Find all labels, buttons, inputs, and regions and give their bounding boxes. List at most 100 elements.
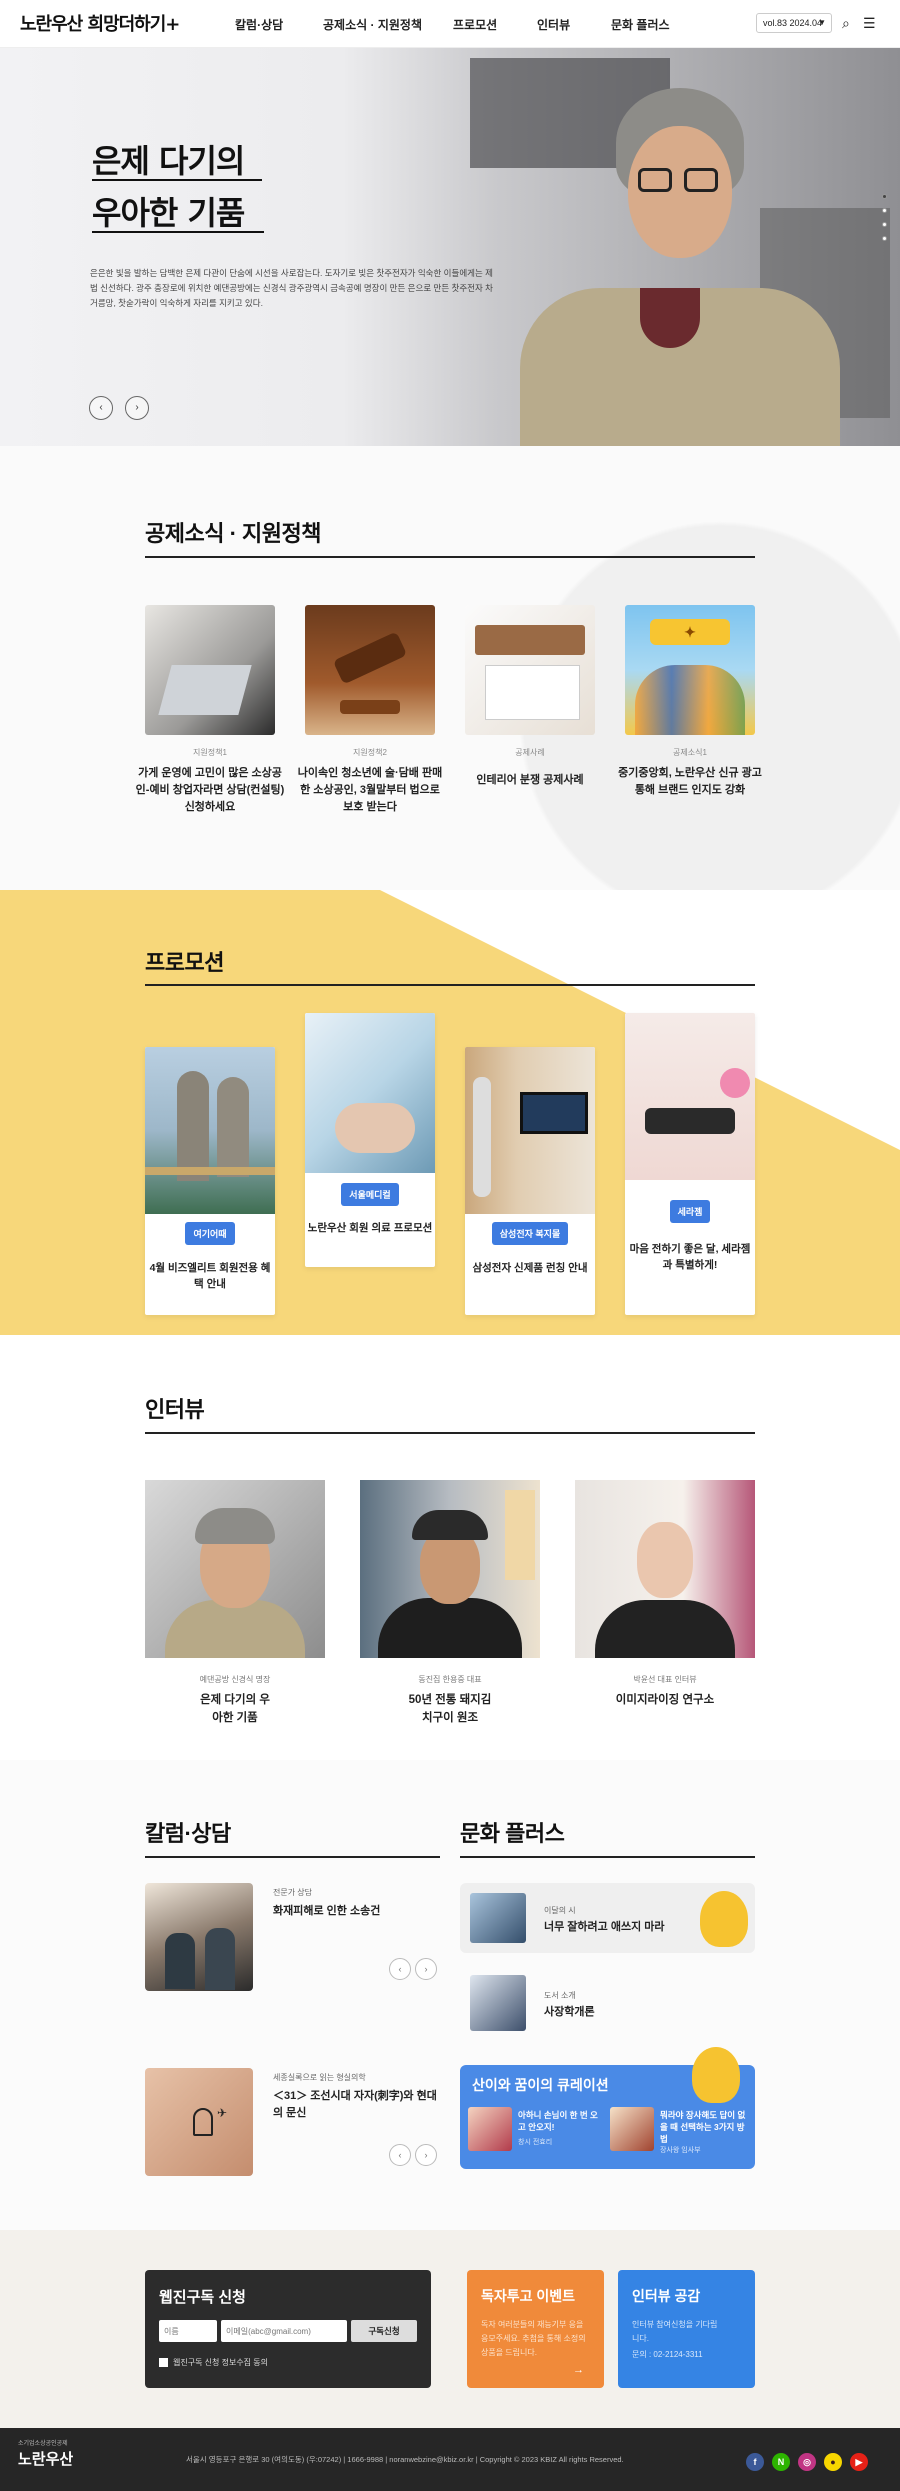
tattoo-bird-icon: ✈ [217, 2106, 228, 2120]
hero-pager-dot[interactable] [882, 222, 887, 227]
promotion-section-line [145, 984, 755, 986]
column-image[interactable]: ✈ [145, 2068, 253, 2176]
nav-promotion[interactable]: 프로모션 [453, 16, 497, 33]
notice-card-title[interactable]: 나이속인 청소년에 술·담배 판매한 소상공인, 3월말부터 법으로 보호 받는… [295, 765, 445, 816]
hero-prev-button[interactable]: ‹ [89, 396, 113, 420]
footer-logo-sub: 소기업소상공인공제 [18, 2441, 68, 2447]
promo-card[interactable]: 서울메디컬 노란우산 회원 의료 프로모션 [305, 1013, 435, 1267]
interview-title[interactable]: 50년 전통 돼지김치구이 원조 [360, 1691, 540, 1727]
promo-card[interactable]: 여기어때 4월 비즈엘리트 회원전용 혜택 안내 [145, 1047, 275, 1315]
massage-device [645, 1108, 735, 1134]
culture-section-line [460, 1856, 755, 1858]
culture-thumb [470, 1975, 526, 2031]
event-box[interactable]: 독자투고 이벤트 독자 여러분들의 재능기부 응을 응모주세요. 추첨을 통해 … [467, 2270, 604, 2388]
notice-card-image[interactable] [305, 605, 435, 735]
facebook-icon[interactable]: f [746, 2453, 764, 2471]
curation-text: 아하니 손님이 한 번 오고 안오지! [518, 2110, 598, 2132]
instagram-icon[interactable]: ◎ [798, 2453, 816, 2471]
firefighter [205, 1928, 235, 1990]
interview-title[interactable]: 은제 다기의 우아한 기품 [145, 1691, 325, 1727]
interview-apply-box[interactable]: 인터뷰 공감 인터뷰 참여신청을 기다립니다. 문의 : 02-2124-331… [618, 2270, 755, 2388]
kakao-icon[interactable]: ● [824, 2453, 842, 2471]
column-next-button[interactable]: › [415, 1958, 437, 1980]
interview-title[interactable]: 이미지라이징 연구소 [575, 1691, 755, 1709]
column-title[interactable]: ＜31＞ 조선시대 자자(刺字)와 현대의 문신 [273, 2088, 438, 2122]
ad-people [635, 665, 745, 735]
interview-image[interactable] [360, 1480, 540, 1658]
culture-title: 너무 잘하려고 애쓰지 마라 [544, 1921, 665, 1933]
curation-item[interactable]: 뭐라야 장사해도 답이 없을 때 선택하는 3가지 방법 장사왕 임사부 [610, 2107, 750, 2159]
arrow-right-icon: → [573, 2364, 584, 2376]
notice-card-category: 공제소식1 [673, 748, 707, 757]
curation-text: 뭐라야 장사해도 답이 없을 때 선택하는 3가지 방법 [660, 2110, 746, 2144]
naver-icon[interactable]: N [772, 2453, 790, 2471]
hero-pager-dot[interactable] [882, 208, 887, 213]
column-prev-button[interactable]: ‹ [389, 1958, 411, 1980]
hero-pager-dot[interactable] [882, 236, 887, 241]
interview-apply-title: 인터뷰 공감 [632, 2288, 701, 2304]
nav-interview[interactable]: 인터뷰 [537, 16, 570, 33]
search-icon[interactable]: ⌕ [842, 15, 850, 32]
sign-board [505, 1490, 535, 1580]
notice-card-title[interactable]: 중기중앙회, 노란우산 신규 광고 통해 브랜드 인지도 강화 [615, 765, 765, 799]
promotion-section-bg [0, 890, 900, 1335]
hero-next-button[interactable]: › [125, 396, 149, 420]
hero-banner: 은제 다기의 우아한 기품 은은한 빛을 발하는 담백한 은제 다관이 단숨에 … [0, 48, 900, 446]
hero-description: 은은한 빛을 발하는 담백한 은제 다관이 단숨에 시선을 사로잡는다. 도자기… [90, 268, 493, 308]
menu-icon[interactable]: ☰ [863, 15, 876, 32]
ad-logo-shape: ✦ [650, 619, 730, 645]
notice-card-title[interactable]: 가게 운영에 고민이 많은 소상공인-예비 창업자라면 상담(컨설팅)신청하세요 [135, 765, 285, 816]
air-purifier [473, 1077, 491, 1197]
name-input[interactable] [159, 2320, 217, 2342]
bottom-section-bg [0, 2230, 900, 2428]
notice-card-image[interactable] [145, 605, 275, 735]
laptop-shape [158, 665, 252, 715]
column-prev-button[interactable]: ‹ [389, 2144, 411, 2166]
footer-logo[interactable]: 노란우산 [18, 2448, 73, 2469]
volume-select[interactable]: vol.83 2024.04 ▼ [756, 13, 832, 33]
hero-glasses-left [638, 168, 672, 192]
subscribe-title: 웹진구독 신청 [159, 2289, 246, 2306]
column-title[interactable]: 화재피해로 인한 소송건 [273, 1903, 438, 1920]
nav-column[interactable]: 칼럼·상담 [235, 16, 283, 33]
notice-card-title[interactable]: 인테리어 분쟁 공제사례 [455, 772, 605, 789]
culture-title: 사장학개론 [544, 2006, 595, 2018]
hero-title-underline [92, 231, 264, 233]
column-image[interactable] [145, 1883, 253, 1991]
nav-culture[interactable]: 문화 플러스 [611, 16, 670, 33]
stone-hand [217, 1077, 249, 1177]
agree-checkbox[interactable] [159, 2358, 168, 2367]
column-section-title: 칼럼·상담 [145, 1821, 231, 1846]
promo-title: 4월 비즈엘리트 회원전용 혜택 안내 [149, 1262, 271, 1290]
interview-image[interactable] [145, 1480, 325, 1658]
interview-role: 박윤선 대표 인터뷰 [633, 1675, 697, 1684]
promo-card[interactable]: 세라젬 마음 전하기 좋은 달, 세라젬과 특별하게! [625, 1013, 755, 1315]
curation-sub: 장사왕 임사부 [660, 2147, 701, 2154]
promo-title: 마음 전하기 좋은 달, 세라젬과 특별하게! [629, 1243, 751, 1271]
hero-pager-dot[interactable] [882, 194, 887, 199]
interview-image[interactable] [575, 1480, 755, 1658]
curation-item[interactable]: 아하니 손님이 한 번 오고 안오지! 창시 전효리 [468, 2107, 602, 2159]
column-section-line [145, 1856, 440, 1858]
interviewee-body [595, 1600, 735, 1658]
notice-card-image[interactable] [465, 605, 595, 735]
youtube-icon[interactable]: ▶ [850, 2453, 868, 2471]
nav-notice[interactable]: 공제소식 · 지원정책 [323, 16, 422, 33]
culture-category: 도서 소개 [544, 1991, 576, 2000]
event-title: 독자투고 이벤트 [481, 2288, 576, 2304]
tv-shape [520, 1092, 588, 1134]
blueprint [485, 665, 580, 720]
column-next-button[interactable]: › [415, 2144, 437, 2166]
subscribe-button[interactable]: 구독신청 [351, 2320, 417, 2342]
mascot-icon [692, 2047, 740, 2103]
culture-thumb [470, 1893, 526, 1943]
notice-section-title: 공제소식 · 지원정책 [145, 521, 321, 546]
interview-section-line [145, 1432, 755, 1434]
culture-item[interactable]: 이달의 시 너무 잘하려고 애쓰지 마라 [460, 1883, 755, 1953]
email-input[interactable] [221, 2320, 347, 2342]
promo-image [145, 1047, 275, 1214]
culture-item[interactable]: 도서 소개 사장학개론 [460, 1970, 755, 2040]
notice-card-image[interactable]: ✦ [625, 605, 755, 735]
site-logo[interactable]: 노란우산 희망더하기+ [20, 10, 180, 36]
promo-card[interactable]: 삼성전자 복지몰 삼성전자 신제품 런칭 안내 [465, 1047, 595, 1315]
